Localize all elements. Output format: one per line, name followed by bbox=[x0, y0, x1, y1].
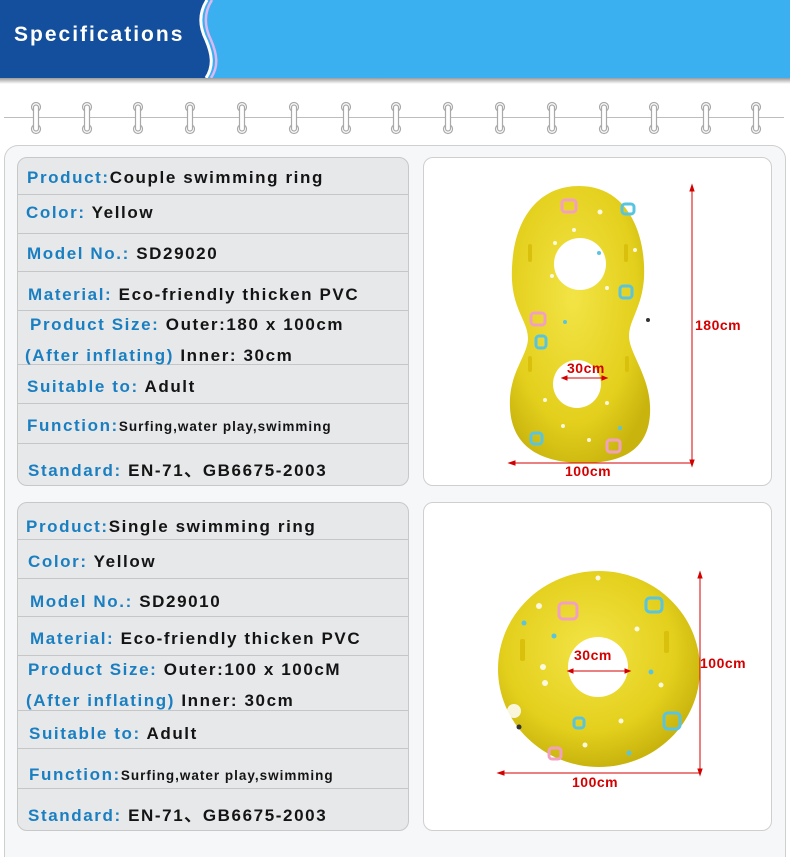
spec-label: Product Size: bbox=[30, 315, 166, 334]
spec-label: Standard: bbox=[28, 461, 129, 480]
spec-value: EN-71、GB6675-2003 bbox=[128, 806, 328, 825]
spec-value: Surfing,water play,swimming bbox=[118, 419, 332, 434]
product-image-couple-ring: 180cm 100cm 30cm bbox=[423, 157, 772, 486]
spec-label: Function: bbox=[29, 765, 121, 784]
spec-value: Couple swimming ring bbox=[109, 168, 324, 187]
spec-row-color: Color: Yellow bbox=[18, 540, 408, 579]
spec-label: Function: bbox=[27, 416, 119, 435]
spec-label: Material: bbox=[30, 629, 121, 648]
spec-row-standard: Standard: EN-71、GB6675-2003 bbox=[18, 444, 408, 485]
spec-row-size: Product Size: Outer:100 x 100cM (After i… bbox=[18, 656, 408, 711]
spec-value: Eco-friendly thicken PVC bbox=[118, 285, 360, 304]
page-title: Specifications bbox=[14, 23, 185, 46]
product-image-single-ring: 100cm 100cm 30cm bbox=[423, 502, 772, 831]
spec-table-couple-ring: Product:Couple swimming ring Color: Yell… bbox=[17, 157, 409, 486]
spec-value: SD29010 bbox=[139, 592, 222, 611]
dimension-inner-label: 30cm bbox=[567, 360, 605, 376]
spec-value: Outer:180 x 100cm bbox=[165, 315, 345, 334]
spec-row-product: Product:Couple swimming ring bbox=[18, 158, 408, 195]
spec-row-product: Product:Single swimming ring bbox=[18, 503, 408, 540]
binder-ring-icon bbox=[340, 101, 352, 135]
dimension-width-label: 100cm bbox=[572, 774, 619, 790]
spec-label: (After inflating) bbox=[26, 691, 182, 710]
binder-ring-icon bbox=[184, 101, 196, 135]
spec-label: Product: bbox=[27, 168, 110, 187]
spec-label: Suitable to: bbox=[29, 724, 147, 743]
spec-label: Model No.: bbox=[27, 244, 137, 263]
spec-value: Adult bbox=[144, 377, 196, 396]
spec-row-model: Model No.: SD29020 bbox=[18, 234, 408, 272]
dimension-width-label: 100cm bbox=[565, 463, 612, 479]
spec-row-function: Function:Surfing,water play,swimming bbox=[18, 404, 408, 444]
binder-ring-icon bbox=[390, 101, 402, 135]
spec-row-function: Function:Surfing,water play,swimming bbox=[18, 749, 408, 789]
binder-ring-icon bbox=[494, 101, 506, 135]
spec-row-suitable: Suitable to: Adult bbox=[18, 365, 408, 404]
binder-ring-icon bbox=[288, 101, 300, 135]
binder-ring-icon bbox=[81, 101, 93, 135]
spec-row-material: Material: Eco-friendly thicken PVC bbox=[18, 617, 408, 656]
spec-label: Model No.: bbox=[30, 592, 140, 611]
spec-label: Material: bbox=[28, 285, 119, 304]
spec-value: Inner: 30cm bbox=[180, 346, 294, 365]
spec-label: Color: bbox=[28, 552, 94, 571]
spec-row-standard: Standard: EN-71、GB6675-2003 bbox=[18, 789, 408, 830]
dimension-inner-label: 30cm bbox=[574, 647, 612, 663]
banner-shadow bbox=[0, 78, 790, 84]
binder-ring-icon bbox=[598, 101, 610, 135]
spec-row-material: Material: Eco-friendly thicken PVC bbox=[18, 272, 408, 311]
spec-row-color: Color: Yellow bbox=[18, 195, 408, 234]
spec-value: Adult bbox=[146, 724, 198, 743]
binder-ring-icon bbox=[750, 101, 762, 135]
binder-ring-icon bbox=[648, 101, 660, 135]
binder-ring-icon bbox=[546, 101, 558, 135]
spec-label: Color: bbox=[26, 203, 92, 222]
spec-value: Single swimming ring bbox=[108, 517, 317, 536]
spec-table-single-ring: Product:Single swimming ring Color: Yell… bbox=[17, 502, 409, 831]
spec-value: Yellow bbox=[93, 552, 157, 571]
spec-value: Outer:100 x 100cM bbox=[163, 660, 342, 679]
spec-row-suitable: Suitable to: Adult bbox=[18, 711, 408, 749]
spec-value: Surfing,water play,swimming bbox=[120, 768, 334, 783]
spec-label: Standard: bbox=[28, 806, 129, 825]
binder-ring-icon bbox=[700, 101, 712, 135]
spec-label: Product: bbox=[26, 517, 109, 536]
spec-label: Suitable to: bbox=[27, 377, 145, 396]
spec-label: Product Size: bbox=[28, 660, 164, 679]
dimension-height-label: 180cm bbox=[695, 317, 742, 333]
header-banner: Specifications bbox=[0, 0, 790, 78]
dimension-height-label: 100cm bbox=[700, 655, 747, 671]
spec-value: SD29020 bbox=[136, 244, 219, 263]
spec-value: Yellow bbox=[91, 203, 155, 222]
spec-value: Inner: 30cm bbox=[181, 691, 295, 710]
binder-ring-icon bbox=[442, 101, 454, 135]
spec-row-size: Product Size: Outer:180 x 100cm (After i… bbox=[18, 311, 408, 365]
spec-label: (After inflating) bbox=[25, 346, 181, 365]
binder-ring-icon bbox=[236, 101, 248, 135]
spec-value: EN-71、GB6675-2003 bbox=[128, 461, 328, 480]
binder-ring-icon bbox=[132, 101, 144, 135]
spec-value: Eco-friendly thicken PVC bbox=[120, 629, 362, 648]
binder-ring-icon bbox=[30, 101, 42, 135]
spec-row-model: Model No.: SD29010 bbox=[18, 579, 408, 617]
